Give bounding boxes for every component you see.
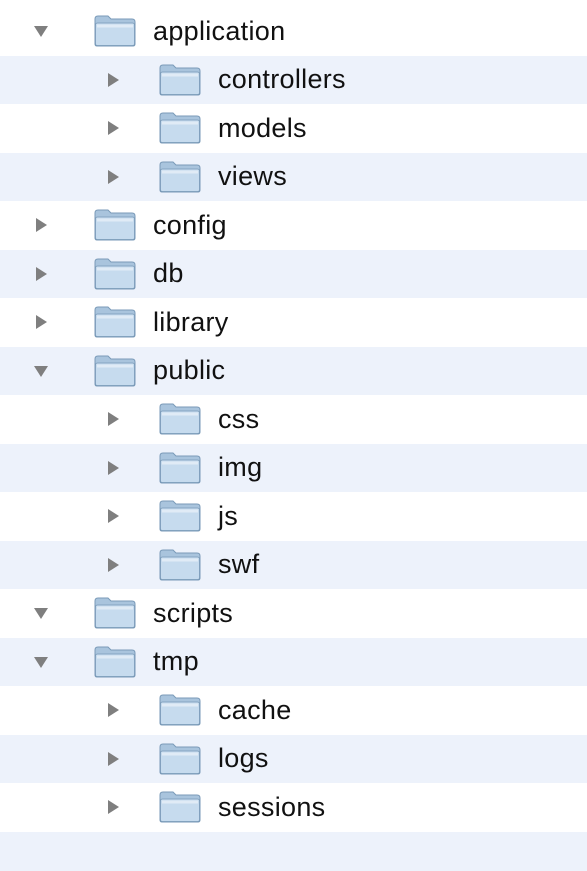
tree-row-label: public — [153, 355, 226, 386]
tree-row-db[interactable]: db — [0, 249, 587, 298]
disclosure-triangle-collapsed-icon[interactable] — [102, 554, 124, 576]
disclosure-triangle-collapsed-icon[interactable] — [30, 263, 52, 285]
folder-icon — [93, 596, 137, 630]
tree-row-label: scripts — [153, 597, 234, 628]
tree-row-public[interactable]: public — [0, 346, 587, 395]
tree-row-label: tmp — [153, 646, 199, 677]
folder-icon — [158, 402, 202, 436]
tree-row-label: css — [218, 403, 260, 434]
tree-row-label: models — [218, 112, 307, 143]
tree-row-cache[interactable]: cache — [0, 686, 587, 735]
tree-row-label: controllers — [218, 64, 346, 95]
tree-row-tmp[interactable]: tmp — [0, 637, 587, 686]
disclosure-triangle-collapsed-icon[interactable] — [102, 69, 124, 91]
tree-row-label: swf — [218, 549, 260, 580]
tree-row-label: views — [218, 161, 288, 192]
tree-row-label: library — [153, 306, 229, 337]
disclosure-triangle-expanded-icon[interactable] — [30, 602, 52, 624]
folder-icon — [158, 790, 202, 824]
disclosure-triangle-collapsed-icon[interactable] — [102, 699, 124, 721]
tree-row-views[interactable]: views — [0, 152, 587, 201]
disclosure-triangle-collapsed-icon[interactable] — [102, 408, 124, 430]
disclosure-triangle-expanded-icon[interactable] — [30, 20, 52, 42]
tree-row-label: img — [218, 452, 263, 483]
folder-icon — [93, 645, 137, 679]
tree-row-config[interactable]: config — [0, 201, 587, 250]
folder-icon — [158, 160, 202, 194]
tree-row-label: cache — [218, 694, 292, 725]
disclosure-triangle-expanded-icon[interactable] — [30, 651, 52, 673]
tree-row-logs[interactable]: logs — [0, 734, 587, 783]
folder-icon — [93, 14, 137, 48]
tree-row-library[interactable]: library — [0, 298, 587, 347]
tree-row-controllers[interactable]: controllers — [0, 55, 587, 104]
tree-row-label: logs — [218, 743, 269, 774]
tree-row-label: config — [153, 209, 227, 240]
tree-row-models[interactable]: models — [0, 104, 587, 153]
tree-row-img[interactable]: img — [0, 443, 587, 492]
tree-row-label: js — [218, 500, 239, 531]
folder-icon — [158, 111, 202, 145]
folder-icon — [158, 499, 202, 533]
folder-icon — [158, 548, 202, 582]
disclosure-triangle-expanded-icon[interactable] — [30, 360, 52, 382]
folder-icon — [93, 257, 137, 291]
tree-row-js[interactable]: js — [0, 492, 587, 541]
tree-row-label: application — [153, 15, 286, 46]
tree-row-css[interactable]: css — [0, 395, 587, 444]
folder-icon — [158, 63, 202, 97]
disclosure-triangle-collapsed-icon[interactable] — [30, 311, 52, 333]
disclosure-triangle-collapsed-icon[interactable] — [102, 505, 124, 527]
folder-icon — [158, 742, 202, 776]
folder-icon — [93, 354, 137, 388]
empty-row — [0, 831, 587, 871]
tree-row-scripts[interactable]: scripts — [0, 589, 587, 638]
disclosure-triangle-collapsed-icon[interactable] — [102, 796, 124, 818]
disclosure-triangle-collapsed-icon[interactable] — [30, 214, 52, 236]
tree-row-swf[interactable]: swf — [0, 540, 587, 589]
tree-row-label: sessions — [218, 791, 326, 822]
file-tree: application controllers models views config d… — [0, 0, 587, 871]
disclosure-triangle-collapsed-icon[interactable] — [102, 117, 124, 139]
folder-icon — [158, 693, 202, 727]
tree-row-application[interactable]: application — [0, 7, 587, 56]
disclosure-triangle-collapsed-icon[interactable] — [102, 748, 124, 770]
folder-icon — [158, 451, 202, 485]
folder-icon — [93, 305, 137, 339]
tree-row-label: db — [153, 258, 184, 289]
disclosure-triangle-collapsed-icon[interactable] — [102, 166, 124, 188]
disclosure-triangle-collapsed-icon[interactable] — [102, 457, 124, 479]
tree-row-sessions[interactable]: sessions — [0, 783, 587, 832]
folder-icon — [93, 208, 137, 242]
